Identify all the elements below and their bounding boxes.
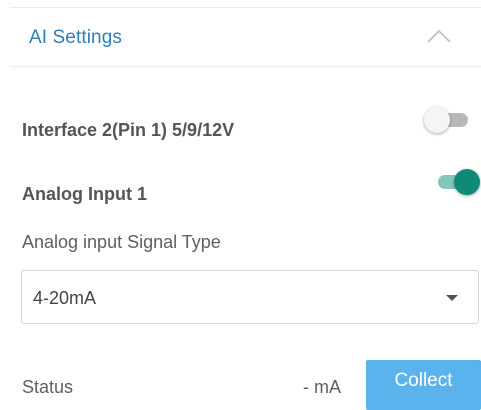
analog-input1-label: Analog Input 1 [22,184,147,204]
interface2-toggle[interactable] [424,103,472,137]
chevron-up-icon[interactable] [425,25,453,47]
toggle-knob [424,107,450,133]
signal-type-label: Analog input Signal Type [22,232,221,252]
status-value: - mA [303,377,341,397]
toggle-knob [454,169,480,195]
caret-down-icon [446,295,458,301]
signal-type-select[interactable]: 4-20mA [21,270,479,324]
interface2-label: Interface 2(Pin 1) 5/9/12V [22,120,235,140]
status-label: Status [22,377,74,397]
collect-button[interactable]: Collect [366,360,481,410]
ai-settings-panel: AI Settings Interface 2(Pin 1) 5/9/12V A… [0,0,481,410]
section-title: AI Settings [29,27,122,48]
header-divider [10,66,481,67]
signal-type-value: 4-20mA [33,288,97,308]
ai-settings-header[interactable]: AI Settings [0,8,481,66]
analog-input1-toggle[interactable] [432,165,480,199]
